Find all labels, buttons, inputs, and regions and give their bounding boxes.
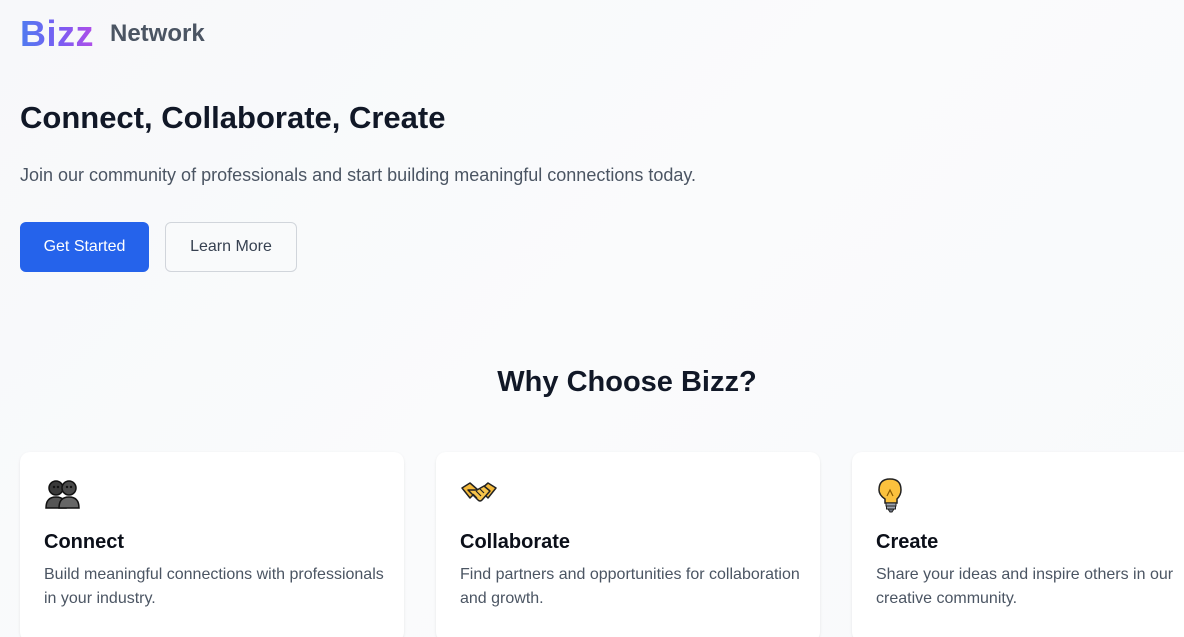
card-title: Connect xyxy=(44,531,124,553)
handshake-icon xyxy=(460,478,498,514)
feature-card-collaborate: Collaborate Find partners and opportunit… xyxy=(436,452,820,637)
people-icon xyxy=(44,478,82,514)
hero-title: Connect, Collaborate, Create xyxy=(20,100,446,135)
card-title: Create xyxy=(876,531,939,553)
logo-subtitle: Network xyxy=(110,20,205,47)
feature-card-connect: Connect Build meaningful connections wit… xyxy=(20,452,404,637)
card-text: Share your ideas and inspire others in o… xyxy=(876,566,1174,607)
features-title: Why Choose Bizz? xyxy=(497,366,757,398)
logo[interactable]: Bizz xyxy=(20,14,94,54)
get-started-button[interactable]: Get Started xyxy=(20,222,149,272)
feature-card-create: Create Share your ideas and inspire othe… xyxy=(852,452,1184,637)
card-text: Build meaningful connections with profes… xyxy=(44,566,384,607)
lightbulb-icon xyxy=(876,478,914,514)
card-title: Collaborate xyxy=(460,531,571,553)
hero-subtitle: Join our community of professionals and … xyxy=(20,165,697,185)
landing-page: Bizz Network Connect, Collaborate, Creat… xyxy=(0,0,1184,637)
card-text: Find partners and opportunities for coll… xyxy=(460,566,800,607)
learn-more-button[interactable]: Learn More xyxy=(165,222,297,272)
site-header: Bizz Network xyxy=(20,14,205,54)
